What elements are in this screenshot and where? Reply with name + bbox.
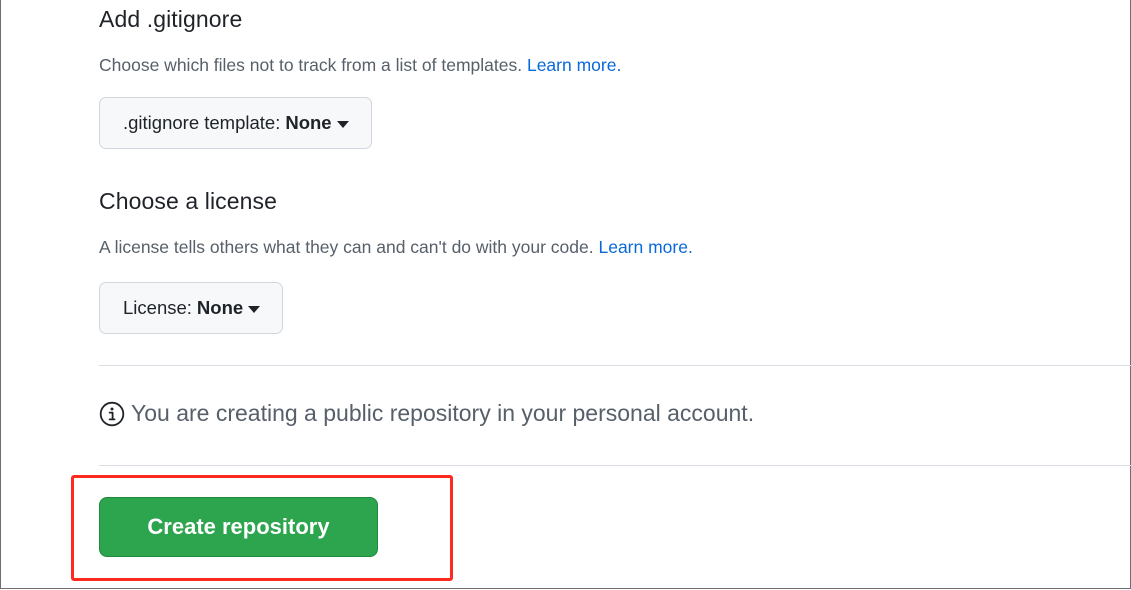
- license-learn-more-link[interactable]: Learn more.: [598, 237, 692, 257]
- section-divider: [99, 465, 1131, 466]
- caret-down-icon: [248, 305, 261, 313]
- gitignore-select-value: None: [285, 112, 332, 133]
- license-select-value: None: [196, 297, 244, 318]
- info-icon: [99, 401, 125, 426]
- license-select[interactable]: License: None: [99, 282, 284, 334]
- license-heading: Choose a license: [99, 188, 278, 214]
- gitignore-heading: Add .gitignore: [99, 6, 243, 32]
- license-description: A license tells others what they can and…: [99, 237, 693, 258]
- gitignore-description-text: Choose which files not to track from a l…: [99, 55, 523, 75]
- gitignore-learn-more-link[interactable]: Learn more.: [527, 55, 621, 75]
- gitignore-select-label: .gitignore template:: [123, 112, 281, 133]
- section-divider: [99, 365, 1131, 366]
- license-description-text: A license tells others what they can and…: [99, 237, 594, 257]
- gitignore-description: Choose which files not to track from a l…: [99, 55, 621, 76]
- notice-text: You are creating a public repository in …: [131, 400, 755, 426]
- license-select-label: License:: [123, 297, 192, 318]
- caret-down-icon: [336, 120, 349, 128]
- page-frame: Add .gitignore Choose which files not to…: [0, 0, 1131, 589]
- create-repository-button[interactable]: Create repository: [99, 497, 378, 557]
- public-repository-notice: You are creating a public repository in …: [99, 400, 754, 427]
- gitignore-template-select[interactable]: .gitignore template: None: [99, 97, 372, 149]
